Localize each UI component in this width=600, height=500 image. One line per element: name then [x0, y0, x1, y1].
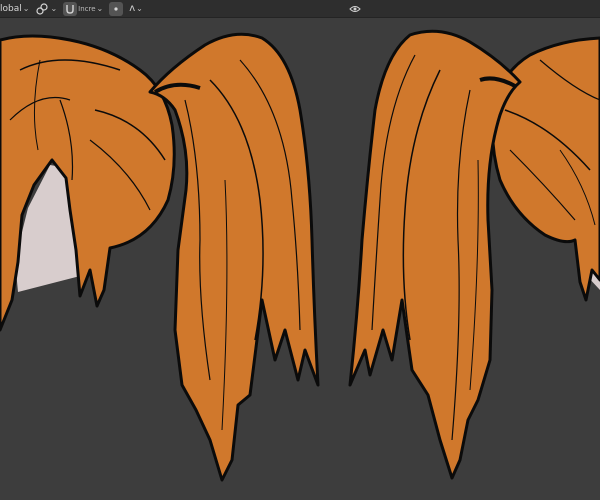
chevron-down-icon: ⌄: [22, 4, 30, 13]
chevron-down-icon: ⌄: [136, 4, 143, 13]
proportional-editing-toggle[interactable]: [109, 1, 124, 16]
3d-viewport[interactable]: [0, 18, 600, 500]
chevron-down-icon: ⌄: [50, 4, 58, 13]
viewport-gizmo-toggle[interactable]: [348, 3, 362, 15]
viewport-canvas: [0, 18, 600, 500]
falloff-curve-icon: ʌ: [129, 3, 136, 14]
proportional-falloff-dropdown[interactable]: ʌ ⌄: [129, 3, 143, 14]
snap-magnet-icon: [63, 1, 78, 16]
chevron-down-icon: ⌄: [96, 4, 104, 13]
viewport-header: lobal ⌄ ⌄ Incre ⌄ ʌ ⌄: [0, 0, 600, 18]
transform-orientation-dropdown[interactable]: lobal ⌄: [0, 4, 29, 14]
proportional-editing-icon: [109, 1, 124, 16]
snap-toggle[interactable]: Incre ⌄: [63, 1, 104, 16]
pivot-link-icon: [35, 2, 49, 16]
snap-mode-label: Incre: [78, 4, 96, 13]
eye-icon: [349, 6, 361, 12]
transform-pivot-dropdown[interactable]: ⌄: [35, 2, 57, 16]
transform-orientation-label: lobal: [0, 3, 22, 14]
